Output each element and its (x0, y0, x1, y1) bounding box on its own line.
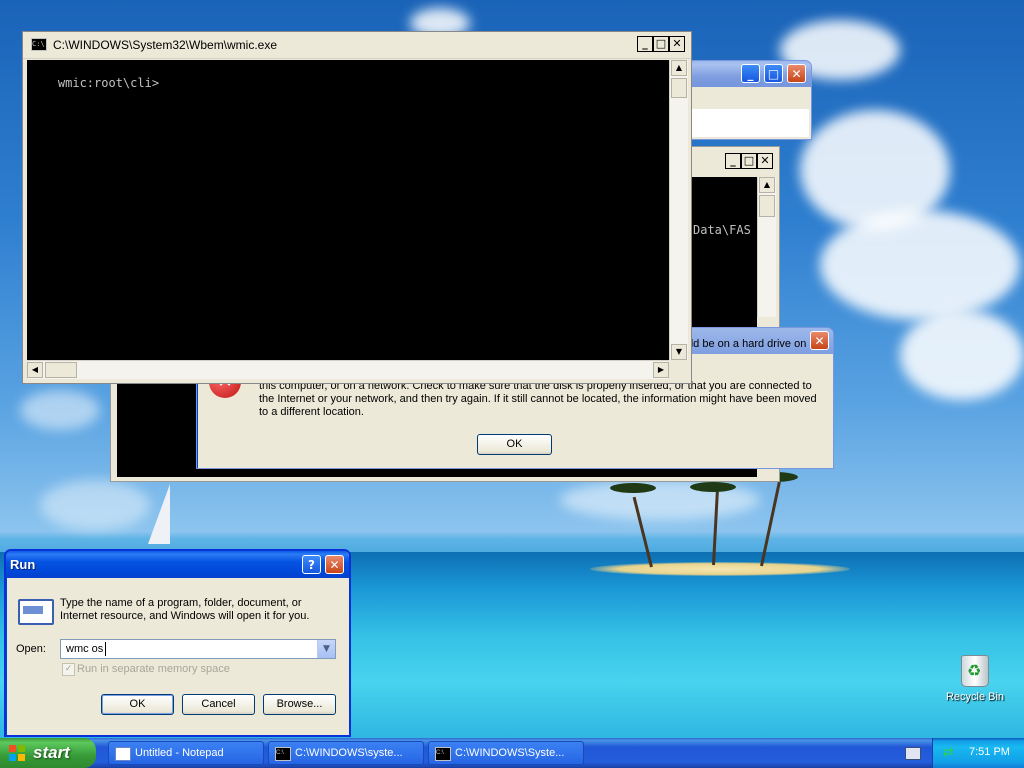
scroll-up-button[interactable]: ▲ (759, 177, 775, 193)
taskbar-item-console-2[interactable]: C:\ C:\WINDOWS\Syste... (428, 741, 584, 765)
system-tray: ⇄ 7:51 PM (932, 738, 1024, 768)
windows-logo-red (9, 745, 16, 752)
console-icon: C:\ (31, 38, 47, 51)
maximize-button[interactable]: □ (741, 153, 757, 169)
console-text: Data\FAS (693, 223, 751, 237)
cloud (820, 210, 1020, 320)
close-button[interactable]: ✕ (325, 555, 344, 574)
minimize-button[interactable]: _ (741, 64, 760, 83)
dialog-title: Run (10, 557, 36, 572)
content-area (691, 109, 809, 137)
windows-logo-blue (9, 754, 16, 761)
ok-button[interactable]: OK (101, 694, 174, 715)
sailboat (148, 484, 170, 544)
ok-button[interactable]: OK (477, 434, 552, 455)
text-cursor (105, 642, 106, 656)
scroll-thumb[interactable] (759, 195, 775, 217)
start-button[interactable]: start (0, 738, 96, 768)
cancel-button[interactable]: Cancel (182, 694, 255, 715)
run-icon-bar (23, 606, 43, 614)
maximize-button[interactable]: □ (764, 64, 783, 83)
error-message-line1: could be on a hard drive on (673, 338, 807, 350)
network-icon[interactable]: ⇄ (943, 746, 957, 760)
wmic-window[interactable]: C:\ C:\WINDOWS\System32\Wbem\wmic.exe _ … (22, 31, 692, 384)
taskbar-item-label: C:\WINDOWS\Syste... (455, 747, 565, 759)
windows-logo-icon (9, 745, 26, 761)
start-label: start (33, 743, 70, 762)
recycle-bin-icon[interactable] (961, 655, 989, 687)
vertical-scrollbar[interactable]: ▲ ▼ (669, 60, 688, 360)
keyboard-icon[interactable] (905, 747, 921, 760)
open-label: Open: (16, 643, 46, 655)
maximize-button[interactable]: □ (653, 36, 669, 52)
taskbar: start Untitled - Notepad C:\ C:\WINDOWS\… (0, 738, 1024, 768)
open-combobox[interactable]: wmc os ▼ (60, 639, 336, 659)
close-button[interactable]: ✕ (810, 331, 829, 350)
minimize-button[interactable]: _ (637, 36, 653, 52)
dropdown-arrow-icon[interactable]: ▼ (317, 640, 335, 658)
console-icon: C:\ (435, 747, 451, 761)
cloud (900, 310, 1024, 400)
clock[interactable]: 7:51 PM (969, 746, 1010, 758)
console-output[interactable]: wmic:root\cli> (27, 60, 669, 360)
scroll-thumb-horizontal[interactable] (45, 362, 77, 378)
window-title: C:\WINDOWS\System32\Wbem\wmic.exe (53, 38, 278, 52)
scroll-thumb[interactable] (671, 78, 687, 98)
console-icon: C:\ (275, 747, 291, 761)
memory-space-label: Run in separate memory space (77, 663, 230, 675)
run-icon (18, 599, 54, 625)
help-button[interactable]: ? (302, 555, 321, 574)
error-message: this computer, or on a network. Check to… (259, 380, 817, 418)
scroll-left-button[interactable]: ◀ (27, 362, 43, 378)
browse-button[interactable]: Browse... (263, 694, 336, 715)
scroll-up-button[interactable]: ▲ (671, 60, 687, 76)
memory-space-checkbox[interactable]: ✓ (62, 663, 75, 676)
island (590, 562, 850, 576)
palm-frond (610, 483, 656, 493)
title-bar[interactable]: C:\ C:\WINDOWS\System32\Wbem\wmic.exe _ … (23, 32, 691, 59)
recycle-bin-label: Recycle Bin (945, 691, 1005, 703)
scroll-down-button[interactable]: ▼ (671, 344, 687, 360)
recycle-bin[interactable]: Recycle Bin (940, 655, 1010, 703)
cloud (40, 480, 150, 530)
close-button[interactable]: ✕ (787, 64, 806, 83)
windows-logo-green (18, 745, 25, 752)
horizontal-scrollbar[interactable]: ◀ ▶ (27, 360, 669, 379)
run-description: Type the name of a program, folder, docu… (60, 597, 310, 622)
palm-frond (690, 482, 736, 492)
close-button[interactable]: ✕ (669, 36, 685, 52)
taskbar-item-console-1[interactable]: C:\ C:\WINDOWS\syste... (268, 741, 424, 765)
close-button[interactable]: ✕ (757, 153, 773, 169)
taskbar-item-notepad[interactable]: Untitled - Notepad (108, 741, 264, 765)
notepad-icon (115, 747, 131, 761)
scroll-right-button[interactable]: ▶ (653, 362, 669, 378)
console-prompt: wmic:root\cli> (57, 76, 160, 90)
windows-logo-yellow (18, 754, 25, 761)
cloud (20, 390, 100, 430)
open-input[interactable]: wmc os (66, 643, 103, 655)
taskbar-item-label: Untitled - Notepad (135, 747, 224, 759)
vertical-scrollbar[interactable]: ▲ (757, 177, 776, 317)
minimize-button[interactable]: _ (725, 153, 741, 169)
run-dialog[interactable]: Run ? ✕ Type the name of a program, fold… (4, 549, 351, 737)
title-bar[interactable]: Run ? ✕ (6, 551, 349, 578)
taskbar-item-label: C:\WINDOWS\syste... (295, 747, 403, 759)
